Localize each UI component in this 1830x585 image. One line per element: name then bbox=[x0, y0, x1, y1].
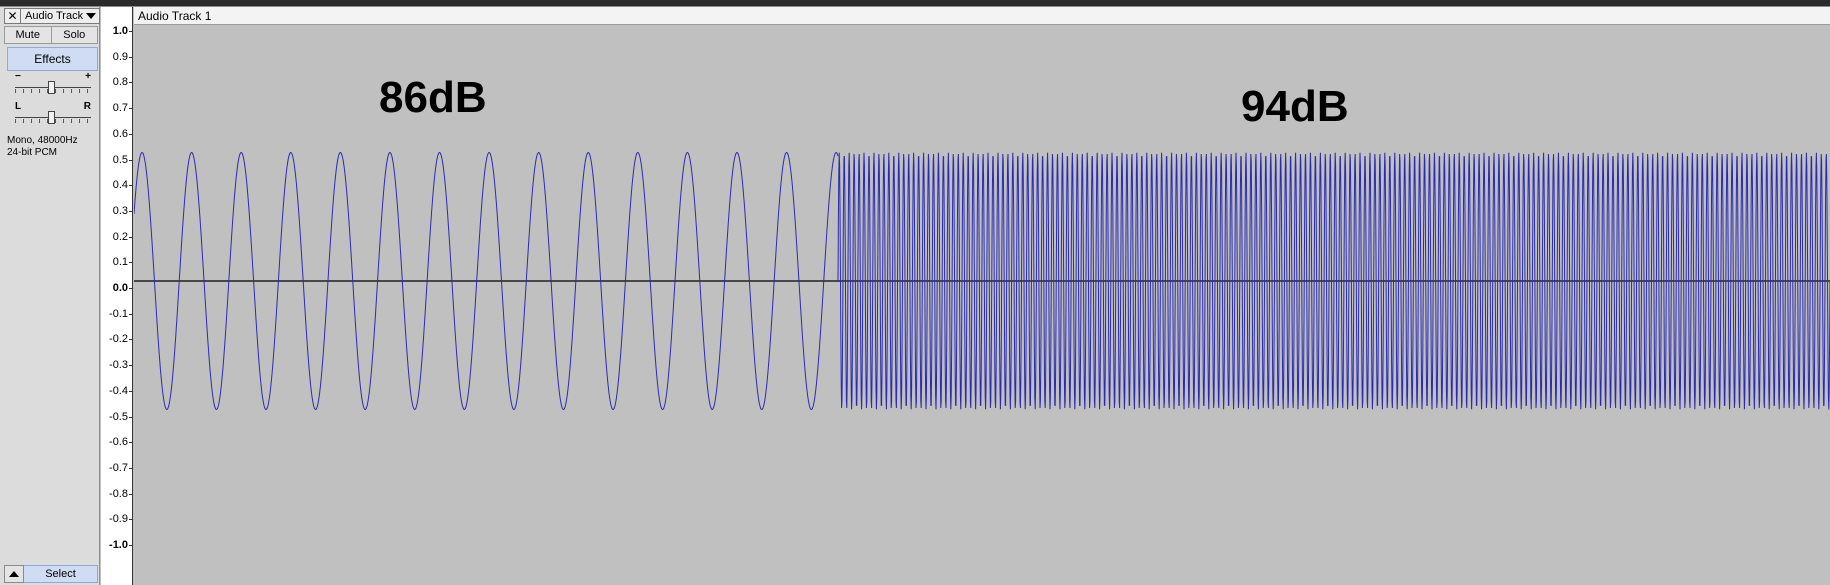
ruler-tick bbox=[129, 442, 132, 444]
ruler-tick bbox=[129, 390, 132, 392]
ruler-label: -0.1 bbox=[109, 307, 128, 320]
annotation-94db: 94dB bbox=[1241, 82, 1349, 131]
chevron-up-icon bbox=[9, 571, 19, 577]
track-format-info: Mono, 48000Hz 24-bit PCM bbox=[7, 135, 78, 159]
track-control-panel: ✕ Audio Track Mute Solo Effects − + L R … bbox=[0, 7, 100, 585]
ruler-label: -0.5 bbox=[109, 410, 128, 423]
waveform-segment-94db bbox=[837, 152, 1830, 410]
gain-minus-label: − bbox=[15, 71, 21, 82]
ruler-tick bbox=[129, 159, 132, 161]
ruler-tick bbox=[129, 210, 132, 212]
ruler-label: -0.3 bbox=[109, 359, 128, 372]
track-panel-header: ✕ Audio Track bbox=[4, 8, 100, 24]
ruler-label: 0.7 bbox=[112, 102, 128, 115]
collapse-track-button[interactable] bbox=[4, 565, 24, 583]
ruler-label: -0.4 bbox=[109, 384, 128, 397]
ruler-tick bbox=[129, 108, 132, 110]
ruler-tick bbox=[129, 262, 132, 264]
ruler-tick bbox=[129, 133, 132, 135]
ruler-label: 0.2 bbox=[112, 230, 128, 243]
solo-button[interactable]: Solo bbox=[51, 26, 98, 44]
track-name-label: Audio Track bbox=[25, 10, 84, 22]
waveform-area[interactable]: 86dB 94dB bbox=[134, 25, 1830, 585]
amplitude-ruler: 1.0 0.9 0.8 0.7 0.6 0.5 0.4 0.3 0.2 0.1 0.0 -0.1 -0.… bbox=[101, 7, 133, 585]
ruler-label: -0.2 bbox=[109, 333, 128, 346]
pan-slider-thumb[interactable] bbox=[48, 111, 55, 124]
annotation-86db: 86dB bbox=[379, 73, 487, 122]
select-track-button[interactable]: Select bbox=[24, 565, 98, 583]
gain-plus-label: + bbox=[85, 71, 91, 82]
gain-slider-thumb[interactable] bbox=[48, 81, 55, 94]
track-name-menu[interactable]: Audio Track bbox=[21, 8, 100, 24]
ruler-label: -0.8 bbox=[109, 487, 128, 500]
ruler-label: 0.3 bbox=[112, 204, 128, 217]
ruler-tick bbox=[129, 313, 132, 315]
ruler-label: -1.0 bbox=[109, 539, 128, 551]
effects-button[interactable]: Effects bbox=[7, 47, 98, 71]
ruler-tick bbox=[129, 416, 132, 418]
ruler-tick bbox=[129, 467, 132, 469]
ruler-tick bbox=[129, 493, 132, 495]
ruler-tick bbox=[129, 236, 132, 238]
ruler-label: -0.6 bbox=[109, 436, 128, 449]
pan-right-label: R bbox=[83, 101, 91, 112]
ruler-label: 0.0 bbox=[112, 282, 128, 294]
ruler-label: 0.1 bbox=[112, 256, 128, 269]
track-info-rate: Mono, 48000Hz bbox=[7, 135, 78, 146]
mute-solo-row: Mute Solo bbox=[4, 26, 98, 44]
pan-slider[interactable]: L R bbox=[15, 101, 91, 125]
ruler-tick bbox=[129, 185, 132, 187]
ruler-label: 1.0 bbox=[112, 25, 128, 37]
ruler-tick bbox=[129, 545, 132, 546]
ruler-tick bbox=[129, 82, 132, 84]
track-info-bitdepth: 24-bit PCM bbox=[7, 147, 58, 158]
ruler-label: -0.7 bbox=[109, 461, 128, 474]
pan-left-label: L bbox=[15, 101, 22, 112]
ruler-tick bbox=[129, 339, 132, 341]
ruler-tick bbox=[129, 31, 132, 32]
mute-button[interactable]: Mute bbox=[4, 26, 52, 44]
close-icon: ✕ bbox=[7, 9, 18, 23]
ruler-label: 0.6 bbox=[112, 127, 128, 140]
track-panel-footer: Select bbox=[4, 565, 98, 583]
ruler-tick bbox=[129, 288, 132, 289]
ruler-label: 0.5 bbox=[112, 153, 128, 166]
ruler-tick bbox=[129, 519, 132, 521]
ruler-tick bbox=[129, 365, 132, 367]
chevron-down-icon bbox=[86, 13, 96, 19]
window-top-strip bbox=[0, 0, 1830, 7]
ruler-label: 0.4 bbox=[112, 179, 128, 192]
clip-title-bar[interactable]: Audio Track 1 bbox=[134, 7, 1830, 25]
ruler-label: 0.8 bbox=[112, 76, 128, 89]
close-track-button[interactable]: ✕ bbox=[4, 8, 21, 24]
gain-slider[interactable]: − + bbox=[15, 71, 91, 95]
ruler-label: 0.9 bbox=[112, 50, 128, 63]
clip-title: Audio Track 1 bbox=[138, 9, 212, 23]
ruler-tick bbox=[129, 56, 132, 58]
ruler-label: -0.9 bbox=[109, 513, 128, 526]
